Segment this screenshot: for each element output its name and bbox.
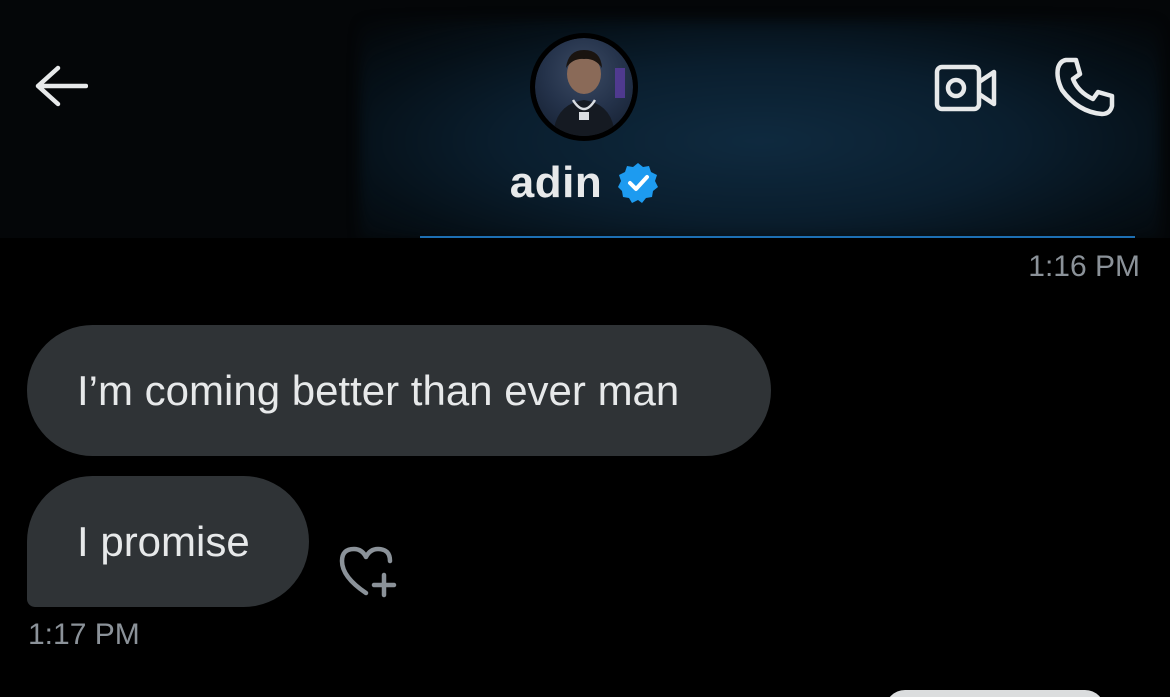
conversation-header: adin (0, 0, 1170, 238)
verified-badge-icon (618, 163, 659, 203)
video-camera-icon (934, 64, 997, 112)
video-call-button[interactable] (930, 60, 1000, 116)
dm-conversation-screen: adin 1:16 PM I’m coming better than ever… (0, 0, 1170, 697)
avatar-image (535, 38, 633, 136)
header-divider (420, 236, 1135, 238)
message-timestamp: 1:16 PM (1028, 250, 1140, 283)
message-text: I promise (77, 517, 250, 565)
sent-message-bubble-partial[interactable] (885, 690, 1105, 697)
voice-call-button[interactable] (1052, 54, 1118, 120)
phone-icon (1055, 57, 1115, 117)
heart-add-icon (339, 546, 397, 598)
received-message-bubble[interactable]: I’m coming better than ever man (27, 325, 771, 456)
avatar[interactable] (530, 33, 638, 141)
add-reaction-button[interactable] (336, 541, 402, 601)
message-text: I’m coming better than ever man (77, 366, 680, 414)
avatar-portrait (553, 50, 625, 136)
contact-title-row: adin (0, 158, 1170, 208)
back-button[interactable] (28, 56, 92, 116)
message-timestamp: 1:17 PM (28, 618, 140, 651)
received-message-bubble[interactable]: I promise (27, 476, 309, 607)
arrow-left-icon (35, 65, 88, 107)
contact-name[interactable]: adin (510, 158, 602, 208)
